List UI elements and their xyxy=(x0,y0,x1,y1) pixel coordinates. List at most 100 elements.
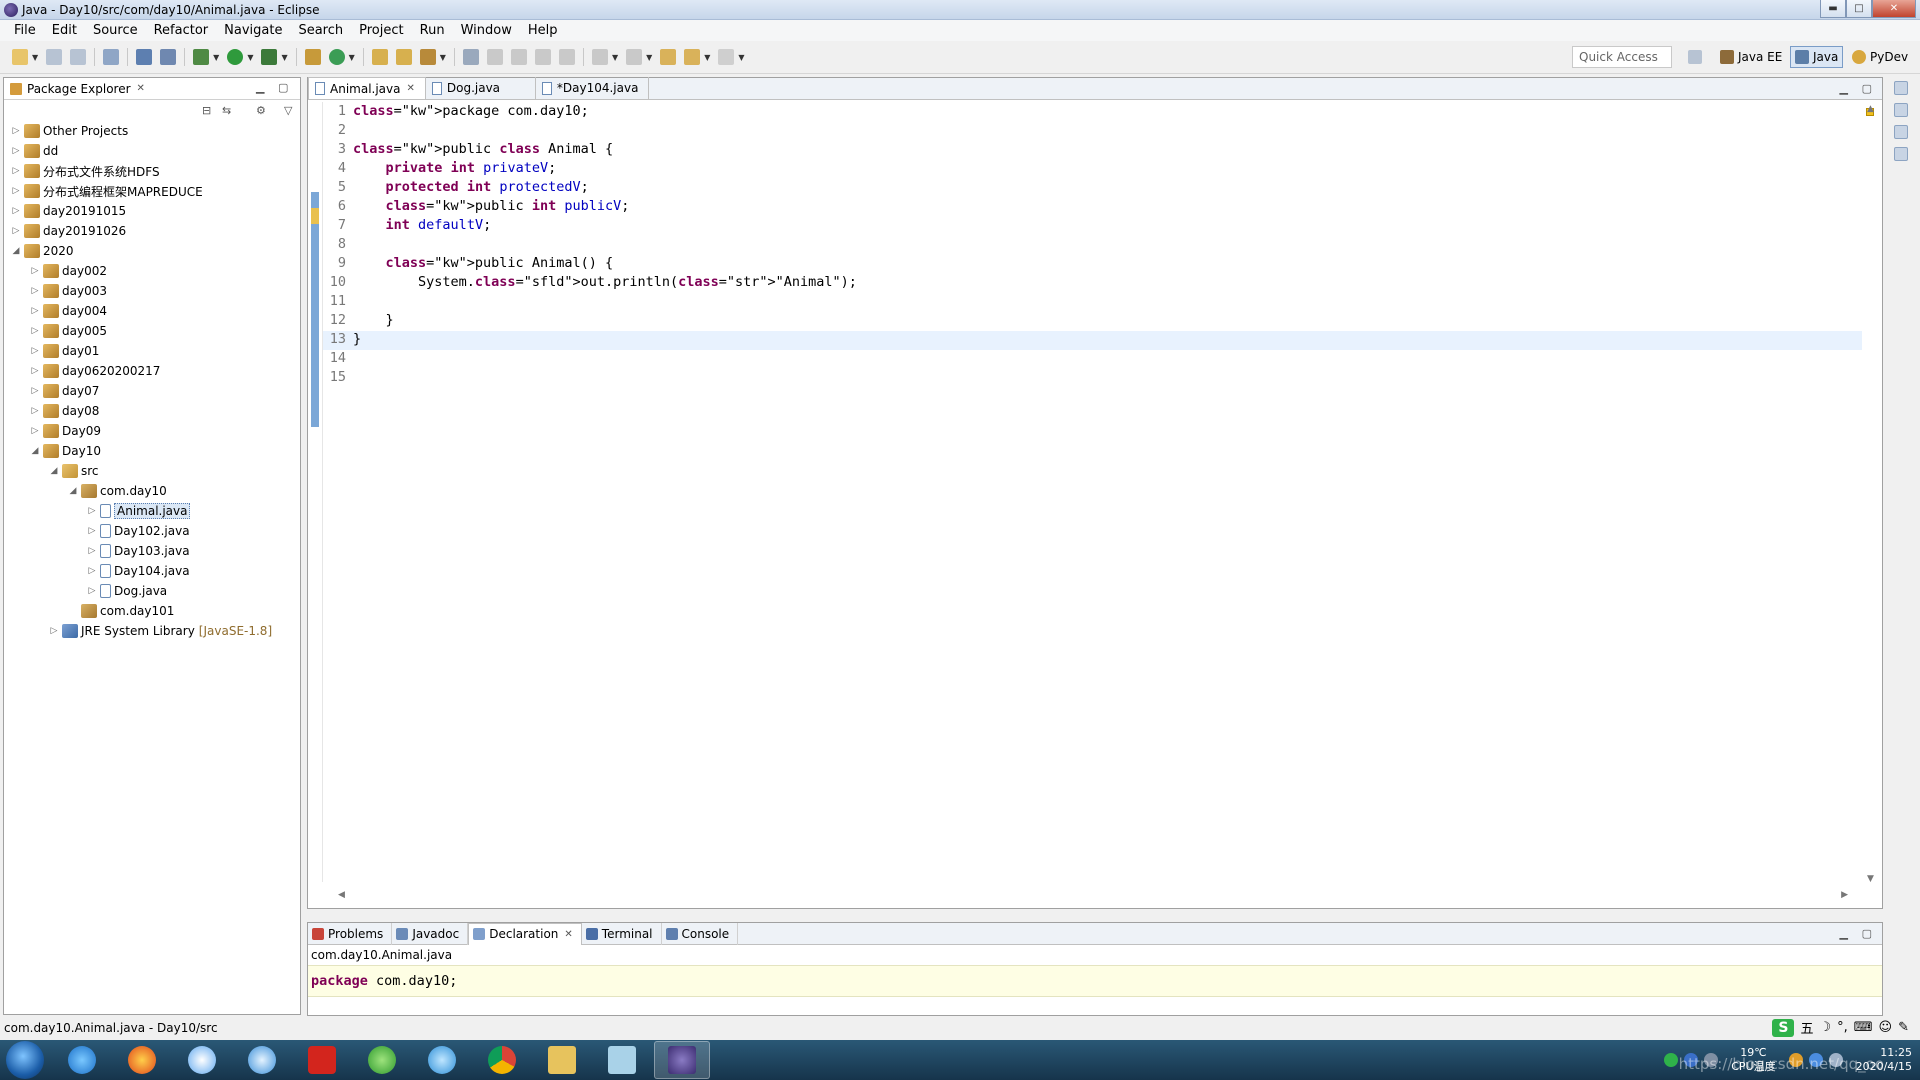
tree-item[interactable]: ▷ day003 xyxy=(29,282,107,300)
collapsed-arrow-icon[interactable]: ▷ xyxy=(86,566,98,576)
maximize-icon[interactable]: ▢ xyxy=(278,81,288,94)
tree-item[interactable]: ▷ day005 xyxy=(29,322,107,340)
tree-item[interactable]: ▷ day20191015 xyxy=(10,202,126,220)
open-resource-icon[interactable] xyxy=(395,49,412,65)
vertical-scrollbar[interactable]: ▲ ▼ xyxy=(1866,104,1878,884)
collapsed-arrow-icon[interactable]: ▷ xyxy=(10,206,22,216)
back-icon[interactable] xyxy=(684,49,701,65)
collapsed-arrow-icon[interactable]: ▷ xyxy=(48,626,60,636)
last-edit-icon[interactable] xyxy=(660,49,677,65)
code-line[interactable]: class="kw">public int publicV; xyxy=(353,197,857,216)
next-annotation-icon[interactable] xyxy=(591,49,608,65)
keyboard-icon[interactable]: ⌨ xyxy=(1854,1020,1873,1035)
save-icon[interactable] xyxy=(46,49,63,65)
code-line[interactable] xyxy=(353,292,857,311)
source-code[interactable]: class="kw">package com.day10; class="kw"… xyxy=(353,102,857,387)
chevron-down-icon[interactable]: ▼ xyxy=(247,53,253,62)
collapsed-arrow-icon[interactable]: ▷ xyxy=(86,546,98,556)
new-class-icon[interactable] xyxy=(328,49,345,65)
menu-source[interactable]: Source xyxy=(85,23,146,38)
toggle-mark-icon[interactable] xyxy=(462,49,479,65)
tree-item[interactable]: ▷ Day102.java xyxy=(86,522,190,540)
tree-item[interactable]: ▷ Animal.java xyxy=(86,502,191,520)
view-menu-icon[interactable]: ▽ xyxy=(284,104,292,117)
save-all-icon[interactable] xyxy=(70,49,87,65)
taskbar-ie2[interactable] xyxy=(414,1041,470,1079)
taskbar-youdao[interactable] xyxy=(294,1041,350,1079)
tree-item[interactable]: ▷ day07 xyxy=(29,382,99,400)
ime-mode[interactable]: 五 xyxy=(1800,1018,1813,1037)
open-perspective-button[interactable] xyxy=(1684,46,1710,68)
restore-icon[interactable] xyxy=(1894,81,1908,95)
collapsed-arrow-icon[interactable]: ▷ xyxy=(29,406,41,416)
collapsed-arrow-icon[interactable]: ▷ xyxy=(29,326,41,336)
code-line[interactable]: protected int protectedV; xyxy=(353,178,857,197)
perspective-java-ee[interactable]: Java EE xyxy=(1716,46,1786,68)
menu-help[interactable]: Help xyxy=(520,23,566,38)
skip-breakpoints-icon[interactable] xyxy=(160,49,177,65)
menu-search[interactable]: Search xyxy=(290,23,351,38)
taskbar-chrome[interactable] xyxy=(474,1041,530,1079)
tab-console[interactable]: Console xyxy=(662,922,739,945)
menu-navigate[interactable]: Navigate xyxy=(216,23,290,38)
word-wrap-icon[interactable] xyxy=(534,49,551,65)
editor-tab[interactable]: Dog.java xyxy=(426,77,536,99)
code-editor[interactable]: class="kw">package com.day10; class="kw"… xyxy=(322,102,1862,882)
minimize-icon[interactable]: ▬ xyxy=(1820,0,1846,18)
tab-terminal[interactable]: Terminal xyxy=(582,922,662,945)
taskbar-360[interactable] xyxy=(354,1041,410,1079)
new-icon[interactable] xyxy=(12,49,28,65)
menu-refactor[interactable]: Refactor xyxy=(146,23,217,38)
maximize-icon[interactable]: ▢ xyxy=(1862,927,1872,940)
collapsed-arrow-icon[interactable]: ▷ xyxy=(86,506,98,516)
task-list-icon[interactable] xyxy=(1894,103,1908,117)
tree-item[interactable]: ◢ com.day10 xyxy=(67,482,167,500)
expanded-arrow-icon[interactable]: ◢ xyxy=(48,466,60,476)
chevron-down-icon[interactable]: ▼ xyxy=(646,53,652,62)
code-line[interactable] xyxy=(353,349,857,368)
tree-item[interactable]: ◢ src xyxy=(48,462,99,480)
maximize-icon[interactable]: □ xyxy=(1846,0,1872,18)
close-icon[interactable]: ✕ xyxy=(1872,0,1916,18)
tree-item[interactable]: ▷ dd xyxy=(10,142,58,160)
chevron-down-icon[interactable]: ▼ xyxy=(738,53,744,62)
tab-javadoc[interactable]: Javadoc xyxy=(392,922,469,945)
collapsed-arrow-icon[interactable]: ▷ xyxy=(10,186,22,196)
chevron-down-icon[interactable]: ▼ xyxy=(612,53,618,62)
external-tools-icon[interactable] xyxy=(261,49,278,65)
sogou-tray-icon[interactable] xyxy=(1664,1053,1679,1067)
menu-window[interactable]: Window xyxy=(453,23,520,38)
taskbar-explorer[interactable] xyxy=(534,1041,590,1079)
start-button[interactable] xyxy=(6,1041,44,1079)
minimize-icon[interactable]: ▁ xyxy=(256,81,264,94)
collapsed-arrow-icon[interactable]: ▷ xyxy=(29,426,41,436)
horizontal-scrollbar[interactable]: ◀ ▶ xyxy=(338,890,1848,902)
warning-marker-icon[interactable] xyxy=(311,208,319,224)
filter-icon[interactable]: ⚙ xyxy=(256,104,266,117)
taskbar-notepad[interactable] xyxy=(594,1041,650,1079)
minimize-icon[interactable]: ▁ xyxy=(1840,927,1848,940)
chevron-down-icon[interactable]: ▼ xyxy=(281,53,287,62)
menu-file[interactable]: File xyxy=(6,23,44,38)
code-line[interactable]: private int privateV; xyxy=(353,159,857,178)
tree-item[interactable]: ◢ 2020 xyxy=(10,242,74,260)
collapsed-arrow-icon[interactable]: ▷ xyxy=(29,346,41,356)
quick-access-input[interactable]: Quick Access xyxy=(1572,46,1672,68)
code-line[interactable]: class="kw">public Animal() { xyxy=(353,254,857,273)
run-icon[interactable] xyxy=(227,49,244,65)
code-line[interactable] xyxy=(353,368,857,387)
expanded-arrow-icon[interactable]: ◢ xyxy=(29,446,41,456)
tree-item[interactable]: ▷ Day103.java xyxy=(86,542,190,560)
menu-edit[interactable]: Edit xyxy=(44,23,85,38)
tree-item[interactable]: ▷ day01 xyxy=(29,342,99,360)
moon-icon[interactable]: ☽ xyxy=(1819,1020,1831,1035)
prev-annotation-icon[interactable] xyxy=(626,49,643,65)
collapsed-arrow-icon[interactable]: ▷ xyxy=(10,146,22,156)
tree-item[interactable]: ▷ day0620200217 xyxy=(29,362,160,380)
code-line[interactable]: } xyxy=(353,330,857,349)
tree-item[interactable]: ◢ Day10 xyxy=(29,442,101,460)
debug-icon[interactable] xyxy=(193,49,210,65)
code-line[interactable] xyxy=(353,235,857,254)
code-line[interactable]: class="kw">public class Animal { xyxy=(353,140,857,159)
outline-icon[interactable] xyxy=(1894,147,1908,161)
